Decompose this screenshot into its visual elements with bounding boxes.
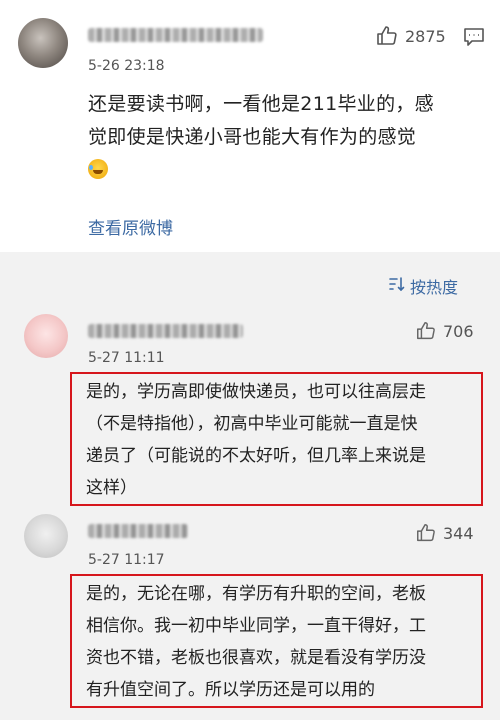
username-blurred[interactable] xyxy=(88,324,243,338)
view-original-weibo-link[interactable]: 查看原微博 xyxy=(88,214,173,239)
like-count: 2875 xyxy=(405,26,446,46)
avatar[interactable] xyxy=(24,314,68,358)
comment-text-line: 还是要读书啊，一看他是211毕业的，感 xyxy=(88,93,434,115)
comment-text: 还是要读书啊，一看他是211毕业的，感 觉即使是快递小哥也能大有作为的感觉 xyxy=(88,88,434,187)
like-button[interactable]: 344 xyxy=(415,522,474,544)
like-count: 706 xyxy=(443,321,474,341)
reply-text-line: 是的，学历高即使做快递员，也可以往高层走 xyxy=(86,382,426,402)
sort-icon xyxy=(388,275,406,297)
reply-text-line: 有升值空间了。所以学历还是可以用的 xyxy=(86,680,375,700)
reply-text-highlighted: 是的，学历高即使做快递员，也可以往高层走 （不是特指他），初高中毕业可能就一直是… xyxy=(70,372,483,506)
avatar[interactable] xyxy=(18,18,68,68)
reply-time: 5-27 11:11 xyxy=(88,350,165,366)
comment-time: 5-26 23:18 xyxy=(88,58,165,74)
like-button[interactable]: 2875 xyxy=(375,24,446,48)
reply-text-line: 递员了（可能说的不太好听，但几率上来说是 xyxy=(86,446,426,466)
username-blurred[interactable] xyxy=(88,524,188,538)
avatar[interactable] xyxy=(24,514,68,558)
thumbs-up-icon xyxy=(415,320,437,342)
reply-text-line: 资也不错，老板也很喜欢，就是看没有学历没 xyxy=(86,648,426,668)
comment-icon[interactable] xyxy=(463,26,485,52)
reply-text-highlighted: 是的，无论在哪，有学历有升职的空间，老板 相信你。我一初中毕业同学，一直干得好，… xyxy=(70,574,483,708)
like-button[interactable]: 706 xyxy=(415,320,474,342)
sort-label: 按热度 xyxy=(409,278,458,297)
like-count: 344 xyxy=(443,523,474,543)
sort-by-hot-button[interactable]: 按热度 xyxy=(388,274,458,298)
main-comment: 5-26 23:18 2875 还是要读书啊，一看他是211毕业的，感 觉即使是… xyxy=(0,0,500,252)
thumbs-up-icon xyxy=(375,24,399,48)
username-blurred[interactable] xyxy=(88,28,263,42)
reply-text-line: （不是特指他），初高中毕业可能就一直是快 xyxy=(86,414,418,434)
reply-text-line: 相信你。我一初中毕业同学，一直干得好，工 xyxy=(86,616,426,636)
thumbs-up-icon xyxy=(415,522,437,544)
reply-text-line: 这样） xyxy=(86,478,137,498)
replies-section: 按热度 5-27 11:11 706 是的，学历高即使做快递员，也可以往高层走 … xyxy=(0,252,500,720)
laugh-cry-emoji-icon xyxy=(88,159,108,179)
reply-time: 5-27 11:17 xyxy=(88,552,165,568)
comment-text-line: 觉即使是快递小哥也能大有作为的感觉 xyxy=(88,126,417,148)
reply-text-line: 是的，无论在哪，有学历有升职的空间，老板 xyxy=(86,584,426,604)
